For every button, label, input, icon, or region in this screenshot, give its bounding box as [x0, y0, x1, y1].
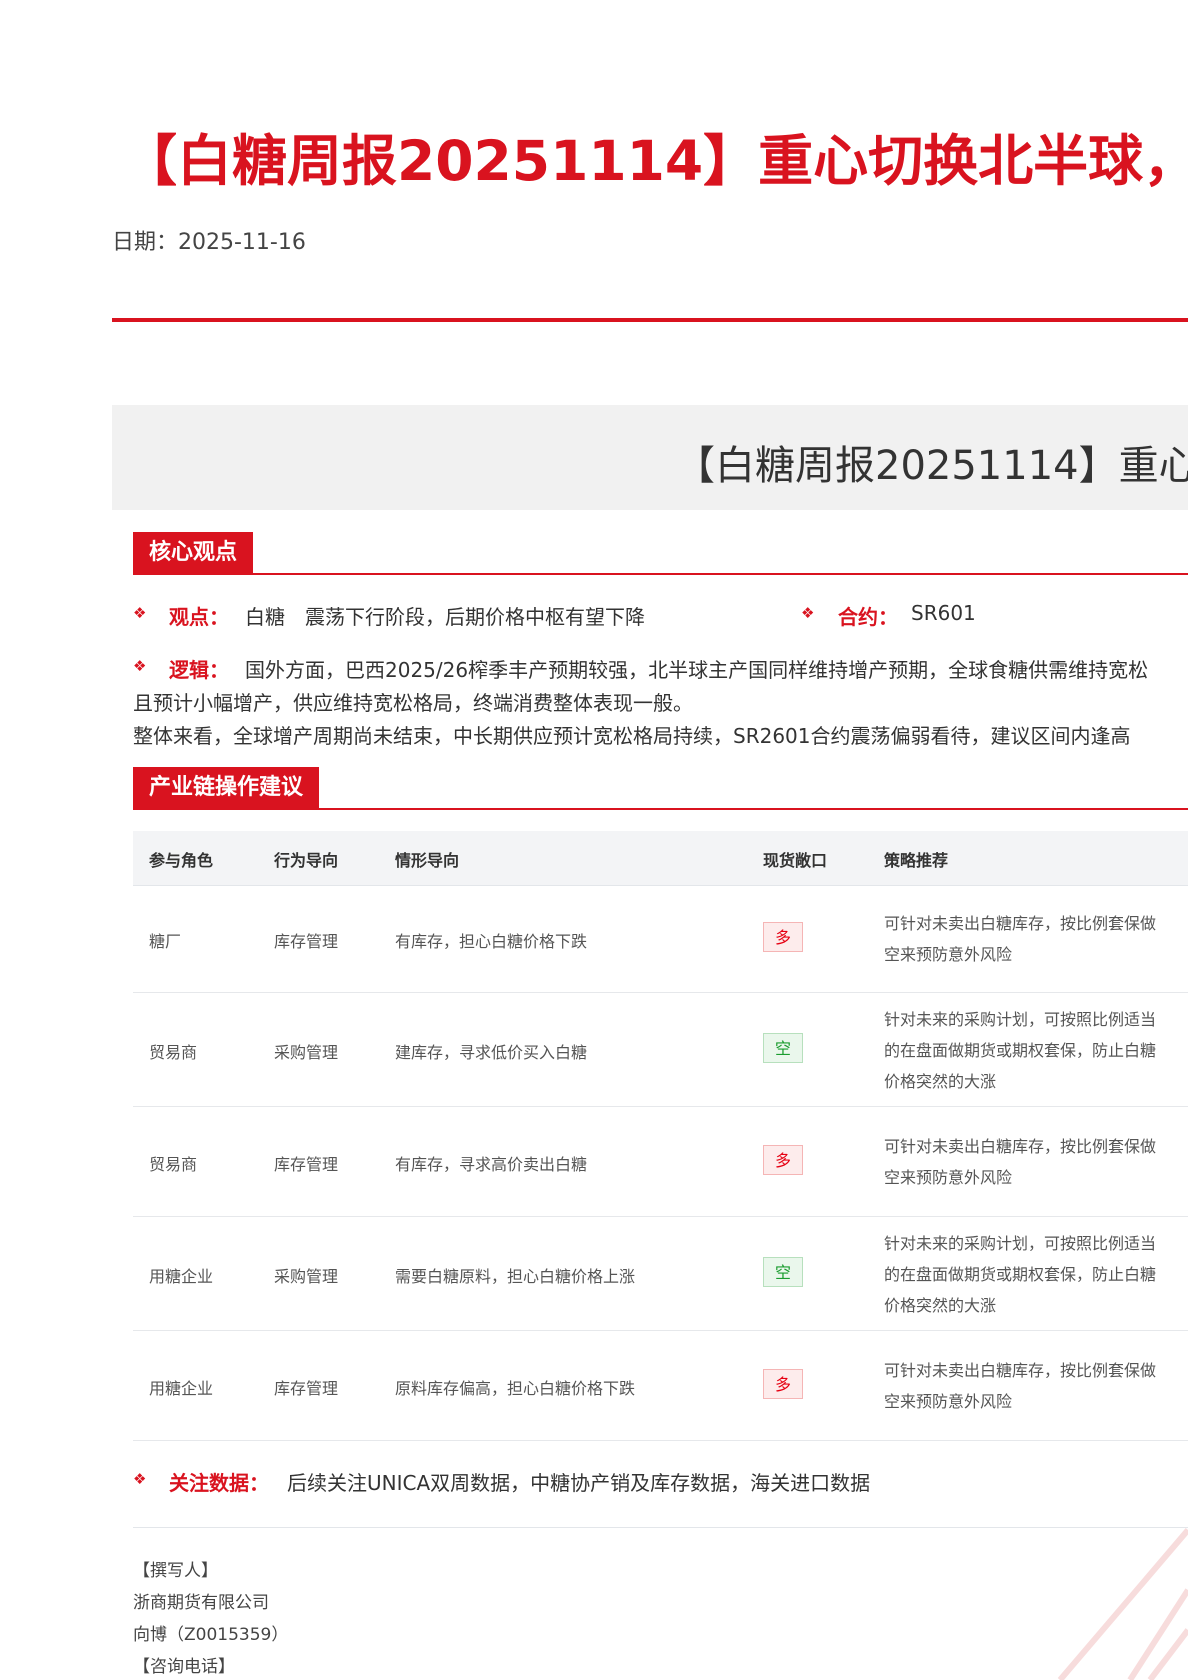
logic-line: 整体来看，全球增产周期尚未结束，中长期供应预计宽松格局持续，SR2601合约震荡…	[133, 724, 1131, 748]
writer-heading: 【撰写人】	[133, 1561, 218, 1581]
section-divider	[133, 808, 1188, 810]
strategy-line: 价格突然的大涨	[884, 1295, 997, 1315]
section-header-chain: 产业链操作建议	[133, 767, 320, 808]
cell-strategy: 可针对未卖出白糖库存，按比例套保做 空来预防意外风险	[884, 1355, 1156, 1417]
cell-behavior: 库存管理	[274, 1379, 339, 1398]
cell-role: 贸易商	[149, 1155, 198, 1174]
cell-behavior: 采购管理	[274, 1043, 339, 1062]
logic-label: 逻辑：	[169, 658, 229, 682]
bullet-icon: ❖	[133, 1470, 147, 1488]
cell-situation: 有库存，担心白糖价格下跌	[395, 932, 588, 951]
report-banner: 【白糖周报20251114】重心	[112, 405, 1188, 510]
exposure-badge: 空	[763, 1257, 803, 1287]
view-label: 观点：	[169, 605, 229, 629]
writer-company: 浙商期货有限公司	[133, 1593, 269, 1613]
table-row: 糖厂 库存管理 有库存，担心白糖价格下跌 多 可针对未卖出白糖库存，按比例套保做 空来预防…	[133, 885, 1188, 993]
cell-behavior: 库存管理	[274, 1155, 339, 1174]
table-row: 用糖企业 库存管理 原料库存偏高，担心白糖价格下跌 多 可针对未卖出白糖库存，按比例套保…	[133, 1331, 1188, 1441]
cell-role: 糖厂	[149, 932, 182, 951]
bullet-icon: ❖	[801, 604, 815, 622]
cell-strategy: 可针对未卖出白糖库存，按比例套保做 空来预防意外风险	[884, 908, 1156, 970]
cell-role: 用糖企业	[149, 1379, 214, 1398]
exposure-badge: 多	[763, 1369, 803, 1399]
col-exposure: 现货敞口	[763, 851, 828, 870]
watch-text: 后续关注UNICA双周数据，中糖协产销及库存数据，海关进口数据	[287, 1471, 871, 1495]
col-behavior: 行为导向	[274, 851, 339, 870]
contract-label: 合约：	[838, 605, 898, 629]
cell-role: 用糖企业	[149, 1267, 214, 1286]
strategy-line: 价格突然的大涨	[884, 1071, 997, 1091]
section-header-core: 核心观点	[133, 532, 254, 573]
page-title: 【白糖周报20251114】重心切换北半球，	[122, 129, 1188, 193]
strategy-line: 可针对未卖出白糖库存，按比例套保做	[884, 1361, 1157, 1380]
bullet-icon: ❖	[133, 604, 147, 622]
cell-behavior: 库存管理	[274, 932, 339, 951]
bullet-icon: ❖	[133, 657, 147, 675]
watermark	[1057, 1528, 1188, 1680]
strategy-line: 空来预防意外风险	[884, 1168, 1013, 1187]
exposure-badge: 多	[763, 922, 803, 952]
strategy-line: 的在盘面做期货或期权套保，防止白糖	[884, 1040, 1157, 1060]
cell-situation: 原料库存偏高，担心白糖价格下跌	[395, 1379, 636, 1398]
strategy-line: 可针对未卖出白糖库存，按比例套保做	[884, 1137, 1157, 1156]
table-row: 贸易商 采购管理 建库存，寻求低价买入白糖 空 针对未来的采购计划，可按照比例适当 的在盘…	[133, 993, 1188, 1107]
cell-role: 贸易商	[149, 1043, 198, 1062]
logic-line: 国外方面，巴西2025/26榨季丰产预期较强，北半球主产国同样维持增产预期，全球…	[245, 658, 1149, 682]
logic-line: 且预计小幅增产，供应维持宽松格局，终端消费整体表现一般。	[133, 691, 693, 715]
contact-heading: 【咨询电话】	[133, 1657, 235, 1677]
section-divider	[133, 573, 1188, 575]
writer-name: 向博（Z0015359）	[133, 1625, 289, 1645]
publish-date: 日期：2025-11-16	[112, 230, 306, 255]
cell-strategy: 针对未来的采购计划，可按照比例适当 的在盘面做期货或期权套保，防止白糖 价格突然的大…	[884, 1228, 1156, 1321]
watch-label: 关注数据：	[169, 1471, 269, 1495]
cell-situation: 有库存，寻求高价卖出白糖	[395, 1155, 588, 1174]
strategy-line: 可针对未卖出白糖库存，按比例套保做	[884, 914, 1157, 933]
cell-behavior: 采购管理	[274, 1267, 339, 1286]
table-row: 贸易商 库存管理 有库存，寻求高价卖出白糖 多 可针对未卖出白糖库存，按比例套保做 空来预…	[133, 1107, 1188, 1217]
cell-situation: 建库存，寻求低价买入白糖	[395, 1043, 588, 1062]
contract-value: SR601	[911, 601, 976, 625]
strategy-line: 空来预防意外风险	[884, 1392, 1013, 1411]
strategy-line: 空来预防意外风险	[884, 945, 1013, 964]
exposure-badge: 空	[763, 1033, 803, 1063]
col-strategy: 策略推荐	[884, 851, 949, 870]
strategy-line: 针对未来的采购计划，可按照比例适当	[884, 1009, 1157, 1029]
strategy-line: 的在盘面做期货或期权套保，防止白糖	[884, 1264, 1157, 1284]
cell-situation: 需要白糖原料，担心白糖价格上涨	[395, 1267, 636, 1286]
table-row: 用糖企业 采购管理 需要白糖原料，担心白糖价格上涨 空 针对未来的采购计划，可按照比例适…	[133, 1217, 1188, 1331]
banner-title: 【白糖周报20251114】重心	[675, 443, 1188, 489]
cell-strategy: 可针对未卖出白糖库存，按比例套保做 空来预防意外风险	[884, 1131, 1156, 1193]
cell-strategy: 针对未来的采购计划，可按照比例适当 的在盘面做期货或期权套保，防止白糖 价格突然的大…	[884, 1004, 1156, 1097]
title-divider	[112, 318, 1188, 322]
strategy-line: 针对未来的采购计划，可按照比例适当	[884, 1233, 1157, 1253]
col-situation: 情形导向	[395, 851, 460, 870]
table-header: 参与角色 行为导向 情形导向 现货敞口 策略推荐	[133, 831, 1188, 886]
exposure-badge: 多	[763, 1145, 803, 1175]
view-text: 白糖 震荡下行阶段，后期价格中枢有望下降	[245, 605, 645, 629]
col-role: 参与角色	[149, 851, 214, 870]
